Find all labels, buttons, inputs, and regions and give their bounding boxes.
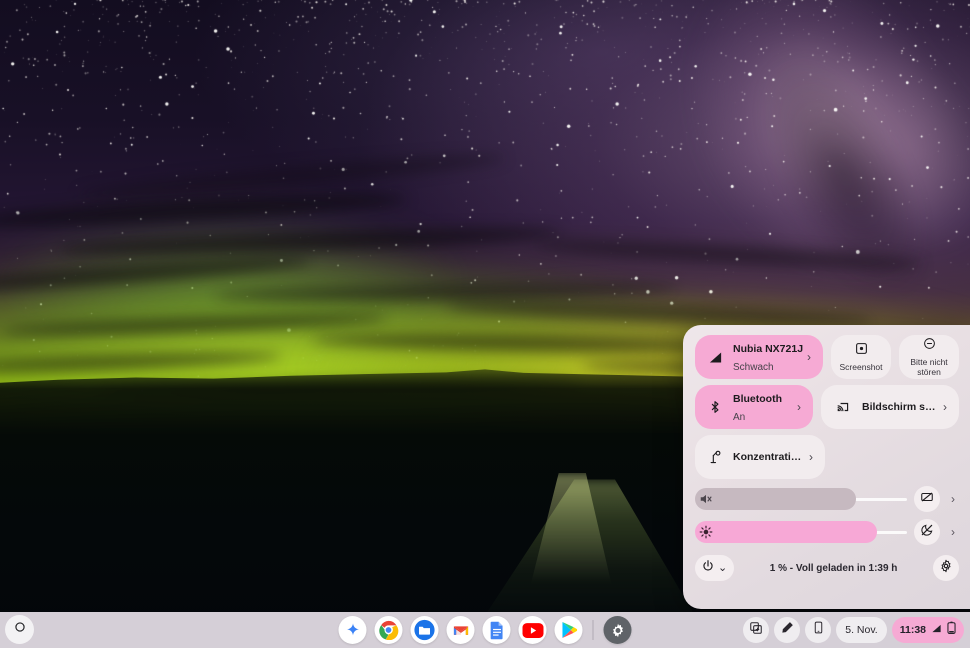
cast-screen-tile[interactable]: Bildschirm str... › xyxy=(821,385,959,429)
network-tile[interactable]: Nubia NX721J Schwach › xyxy=(695,335,824,379)
chevron-right-icon[interactable]: › xyxy=(805,450,817,464)
shelf-app-files[interactable] xyxy=(410,616,439,644)
chevron-right-icon[interactable]: › xyxy=(939,400,951,414)
bluetooth-tile[interactable]: Bluetooth An › xyxy=(695,385,813,429)
status-area[interactable]: 5. Nov. 11:38 xyxy=(743,617,964,643)
screenshot-tile[interactable]: Screenshot xyxy=(831,335,892,379)
shelf-app-list xyxy=(338,616,632,644)
date-text: 5. Nov. xyxy=(845,624,878,636)
do-not-disturb-icon xyxy=(923,337,936,355)
quick-settings-row-2: Bluetooth An › Bildschirm str... › xyxy=(695,385,959,429)
signal-cellular-icon xyxy=(705,350,725,365)
brightness-slider-fill xyxy=(695,521,878,543)
night-light-off-icon xyxy=(920,523,934,542)
shelf-separator xyxy=(592,620,594,640)
mic-off-icon xyxy=(920,490,934,509)
volume-slider-row: › xyxy=(695,486,959,512)
screenshot-icon xyxy=(855,342,868,360)
volume-slider[interactable] xyxy=(695,488,907,510)
screenshot-tile-label: Screenshot xyxy=(839,362,883,372)
stylus-tools-button[interactable] xyxy=(774,617,801,643)
screen-capture-icon xyxy=(749,621,763,640)
phone-icon xyxy=(812,621,825,639)
launcher-button[interactable] xyxy=(5,615,34,644)
network-tile-subtitle: Schwach xyxy=(733,362,774,373)
chevron-right-icon[interactable]: › xyxy=(947,525,959,539)
stylus-pen-icon xyxy=(780,621,794,640)
bluetooth-tile-subtitle: An xyxy=(733,412,746,423)
signal-cellular-icon xyxy=(931,621,942,639)
shelf-app-settings[interactable] xyxy=(603,616,632,644)
phone-hub-button[interactable] xyxy=(805,617,832,643)
power-icon xyxy=(701,559,715,578)
battery-status-text: 1 % - Voll geladen in 1:39 h xyxy=(769,562,898,574)
cast-screen-icon xyxy=(833,400,853,414)
night-light-button[interactable] xyxy=(914,519,940,545)
chevron-down-icon[interactable]: ⌄ xyxy=(718,563,727,574)
focus-mode-tile[interactable]: Konzentration... › xyxy=(695,435,825,479)
system-tray-button[interactable]: 11:38 xyxy=(891,617,964,643)
shelf-app-youtube[interactable] xyxy=(518,616,547,644)
brightness-slider[interactable] xyxy=(695,521,907,543)
chevron-right-icon[interactable]: › xyxy=(793,400,805,414)
brightness-icon xyxy=(698,524,714,540)
brightness-slider-row: › xyxy=(695,519,959,545)
mic-off-button[interactable] xyxy=(914,486,940,512)
battery-low-icon xyxy=(947,621,956,639)
network-tile-title: Nubia NX721J xyxy=(733,343,804,355)
shelf-app-docs[interactable] xyxy=(482,616,511,644)
launcher-circle-icon xyxy=(13,620,27,639)
shelf-app-gmail[interactable] xyxy=(446,616,475,644)
volume-mute-icon xyxy=(698,491,714,507)
settings-button[interactable] xyxy=(933,555,959,581)
gear-icon xyxy=(939,559,953,578)
chevron-right-icon[interactable]: › xyxy=(947,492,959,506)
quick-settings-panel[interactable]: Nubia NX721J Schwach › Screenshot Bitte … xyxy=(683,325,970,609)
focus-mode-tile-label: Konzentration... xyxy=(733,451,805,463)
shelf-app-chrome[interactable] xyxy=(374,616,403,644)
date-tray-button[interactable]: 5. Nov. xyxy=(836,617,887,643)
bluetooth-tile-title: Bluetooth xyxy=(733,393,782,405)
shelf-app-gemini[interactable] xyxy=(338,616,367,644)
chevron-right-icon[interactable]: › xyxy=(803,350,815,364)
do-not-disturb-tile[interactable]: Bitte nicht stören xyxy=(899,335,959,379)
shelf-app-play-store[interactable] xyxy=(554,616,583,644)
cast-screen-tile-label: Bildschirm str... xyxy=(862,401,939,413)
quick-settings-row-3: Konzentration... › xyxy=(695,435,959,479)
clock-text: 11:38 xyxy=(899,624,926,636)
volume-slider-fill xyxy=(695,488,857,510)
quick-settings-footer: ⌄ 1 % - Voll geladen in 1:39 h xyxy=(695,555,959,581)
bluetooth-tile-texts: Bluetooth An xyxy=(733,389,793,425)
shelf[interactable]: 5. Nov. 11:38 xyxy=(0,612,970,648)
quick-settings-row-1: Nubia NX721J Schwach › Screenshot Bitte … xyxy=(695,335,959,379)
focus-lamp-icon xyxy=(705,450,725,465)
screen-capture-button[interactable] xyxy=(743,617,770,643)
power-menu-button[interactable]: ⌄ xyxy=(695,555,735,581)
bluetooth-icon xyxy=(705,399,725,415)
do-not-disturb-tile-label: Bitte nicht stören xyxy=(910,357,948,377)
network-tile-texts: Nubia NX721J Schwach xyxy=(733,339,803,375)
